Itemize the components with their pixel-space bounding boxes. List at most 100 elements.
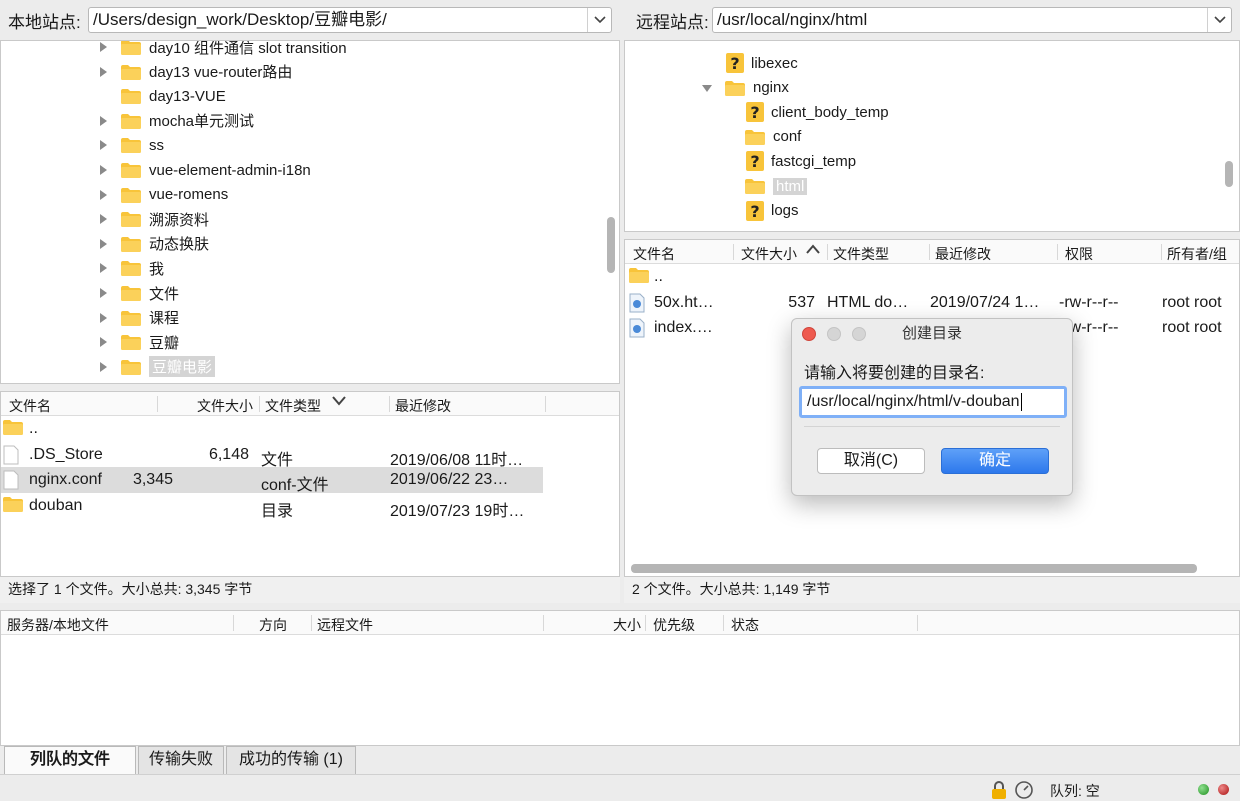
folder-icon <box>121 187 141 203</box>
remote-tree-pane[interactable]: ? libexec nginx? client_body_tempconf? fastc… <box>624 40 1240 232</box>
tab-queued[interactable]: 列队的文件 <box>4 746 136 774</box>
collapse-arrow-icon[interactable] <box>701 82 713 94</box>
file-size: 3,345 <box>132 471 173 488</box>
col-type[interactable]: 文件类型 <box>833 244 889 264</box>
col-size[interactable]: 大小 <box>613 615 641 635</box>
expand-arrow-icon[interactable] <box>97 361 109 373</box>
tree-item[interactable]: mocha单元测试 <box>97 109 254 133</box>
col-name[interactable]: 文件名 <box>633 244 675 264</box>
transfer-queue[interactable]: 服务器/本地文件 方向 远程文件 大小 优先级 状态 <box>0 610 1240 746</box>
expand-arrow-icon[interactable] <box>97 287 109 299</box>
file-modified: 2019/06/08 11时… <box>390 451 524 469</box>
col-owner[interactable]: 所有者/组 <box>1167 244 1227 264</box>
file-type: conf-文件 <box>261 477 329 494</box>
folder-icon <box>121 236 141 252</box>
tree-item[interactable]: vue-romens <box>97 183 228 207</box>
dialog-title: 创建目录 <box>901 325 962 342</box>
col-modified[interactable]: 最近修改 <box>935 244 991 264</box>
sort-desc-icon[interactable] <box>331 394 347 410</box>
col-perms[interactable]: 权限 <box>1065 244 1093 264</box>
col-name[interactable]: 文件名 <box>9 396 51 416</box>
tree-item[interactable]: 课程 <box>97 306 179 330</box>
tree-item-label: 豆瓣 <box>149 334 180 352</box>
expand-arrow-icon[interactable] <box>97 312 109 324</box>
chevron-down-icon[interactable] <box>1207 8 1231 32</box>
tree-item-label: day10 组件通信 slot transition <box>149 40 347 57</box>
table-row[interactable]: .DS_Store 6,148 文件 2019/06/08 11时… <box>1 442 619 469</box>
file-name: .DS_Store <box>29 445 103 463</box>
expand-arrow-icon[interactable] <box>97 139 109 151</box>
tree-item-label: libexec <box>751 54 798 72</box>
svg-text:?: ? <box>750 103 759 122</box>
tree-item[interactable]: ? logs <box>745 199 799 223</box>
tree-item[interactable]: 文件 <box>97 281 179 305</box>
tree-item[interactable]: ? libexec <box>725 51 798 75</box>
folder-icon <box>121 334 141 351</box>
tree-item[interactable]: day10 组件通信 slot transition <box>97 40 347 59</box>
col-remote[interactable]: 远程文件 <box>317 615 373 635</box>
remote-tree-scrollbar[interactable] <box>1225 161 1233 187</box>
expand-arrow-icon[interactable] <box>97 238 109 250</box>
close-icon[interactable] <box>802 327 816 341</box>
expand-arrow-icon[interactable] <box>97 115 109 127</box>
local-tree-pane[interactable]: day10 组件通信 slot transition day13 vue-rout… <box>0 40 620 384</box>
tree-item[interactable]: ss <box>97 133 164 157</box>
col-priority[interactable]: 优先级 <box>653 615 695 635</box>
file-name: nginx.conf <box>29 471 102 488</box>
tree-item[interactable]: 动态换肤 <box>97 232 209 256</box>
expand-arrow-icon[interactable] <box>97 213 109 225</box>
col-direction[interactable]: 方向 <box>259 615 287 635</box>
speed-limit-icon[interactable] <box>1014 780 1034 801</box>
tree-item[interactable]: ? client_body_temp <box>745 100 889 124</box>
expand-arrow-icon[interactable] <box>97 41 109 53</box>
col-modified[interactable]: 最近修改 <box>395 396 451 416</box>
tree-item[interactable]: day13 vue-router路由 <box>97 60 292 84</box>
minimize-icon <box>827 327 841 341</box>
expand-arrow-icon[interactable] <box>97 66 109 78</box>
table-row[interactable]: .. <box>625 264 1239 290</box>
expand-arrow-icon[interactable] <box>97 90 109 102</box>
tab-failed[interactable]: 传输失败 <box>138 746 224 774</box>
sort-asc-icon[interactable] <box>805 242 821 258</box>
ok-button[interactable]: 确定 <box>941 448 1049 474</box>
tree-item-label: client_body_temp <box>771 103 889 121</box>
col-size[interactable]: 文件大小 <box>197 396 253 416</box>
lock-icon <box>990 780 1008 801</box>
tree-item[interactable]: conf <box>745 125 801 149</box>
tree-item[interactable]: 溯源资料 <box>97 207 209 231</box>
file-name: index.… <box>654 319 713 336</box>
expand-arrow-icon[interactable] <box>97 189 109 201</box>
table-row[interactable]: douban 目录 2019/07/23 19时… <box>1 493 619 520</box>
tree-item[interactable]: html <box>745 174 808 198</box>
remote-list-hscrollbar[interactable] <box>631 564 1197 573</box>
table-row[interactable]: nginx.conf 3,345 conf-文件 2019/06/22 23… <box>1 467 543 494</box>
tree-item[interactable]: day13-VUE <box>97 84 226 108</box>
col-size[interactable]: 文件大小 <box>741 244 797 264</box>
remote-site-path-combo[interactable]: /usr/local/nginx/html <box>712 7 1232 33</box>
tree-item[interactable]: ? fastcgi_temp <box>745 149 856 173</box>
folder-icon <box>121 41 141 55</box>
unknown-folder-icon: ? <box>725 52 745 74</box>
expand-arrow-icon[interactable] <box>97 336 109 348</box>
local-tree-scrollbar[interactable] <box>607 217 615 273</box>
local-site-path-combo[interactable]: /Users/design_work/Desktop/豆瓣电影/ <box>88 7 612 33</box>
cancel-button[interactable]: 取消(C) <box>817 448 925 474</box>
tab-successful[interactable]: 成功的传输 (1) <box>226 746 356 774</box>
chevron-down-icon[interactable] <box>587 8 611 32</box>
tree-item[interactable]: vue-element-admin-i18n <box>97 158 311 182</box>
table-row[interactable]: 50x.ht… 537 HTML do… 2019/07/24 1… -rw-r--r-… <box>625 290 1239 316</box>
col-type[interactable]: 文件类型 <box>265 396 321 416</box>
col-server[interactable]: 服务器/本地文件 <box>7 615 109 635</box>
table-row[interactable]: .. <box>1 416 619 442</box>
col-status[interactable]: 状态 <box>731 615 759 635</box>
svg-text:?: ? <box>750 152 759 171</box>
expand-arrow-icon[interactable] <box>97 262 109 274</box>
folder-icon <box>3 419 23 440</box>
local-file-list[interactable]: 文件名 文件大小 文件类型 最近修改 .. .DS_Store 6,148 文件 201… <box>0 391 620 577</box>
tree-item[interactable]: 我 <box>97 256 164 280</box>
directory-name-input[interactable]: /usr/local/nginx/html/v-douban <box>799 386 1067 418</box>
tree-item[interactable]: 豆瓣电影 <box>97 355 216 379</box>
tree-item[interactable]: nginx <box>701 76 789 100</box>
expand-arrow-icon[interactable] <box>97 164 109 176</box>
tree-item[interactable]: 豆瓣 <box>97 330 179 354</box>
